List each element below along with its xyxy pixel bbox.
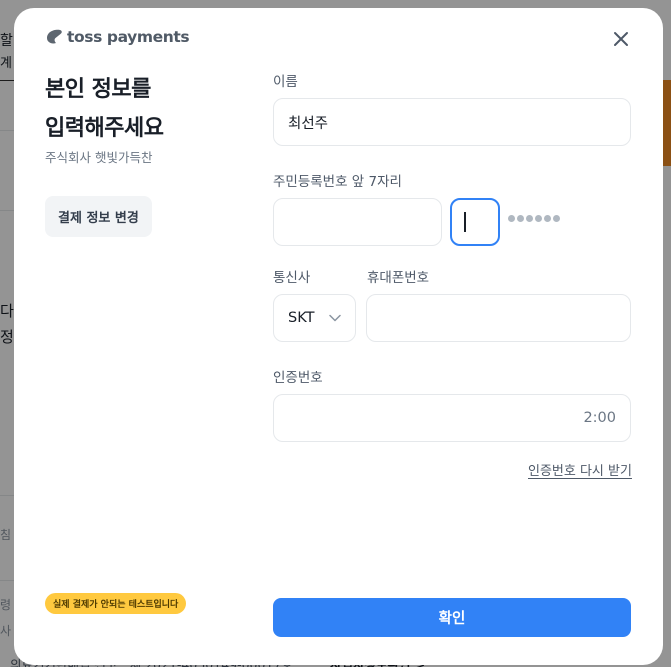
carrier-select[interactable]: SKT <box>273 294 356 342</box>
resend-auth-code-link[interactable]: 인증번호 다시 받기 <box>528 460 632 479</box>
change-payment-info-button[interactable]: 결제 정보 변경 <box>45 196 152 237</box>
text-caret <box>464 212 466 232</box>
rrn-front-input[interactable] <box>273 198 442 246</box>
logo-text: toss payments <box>67 28 190 46</box>
carrier-value: SKT <box>288 310 315 326</box>
title-line-2: 입력해주세요 <box>45 116 164 141</box>
masked-digit-dot <box>535 215 542 222</box>
chevron-down-icon <box>329 314 341 322</box>
close-button[interactable] <box>610 28 632 50</box>
identity-verification-modal: toss payments 본인 정보를 입력해주세요 주식회사 햇빛가득찬 결… <box>14 8 663 665</box>
name-value: 최선주 <box>288 115 329 132</box>
rrn-label: 주민등록번호 앞 7자리 <box>273 174 402 190</box>
masked-digit-dot <box>508 215 515 222</box>
close-icon <box>614 32 628 46</box>
auth-code-input[interactable]: 2:00 <box>273 394 631 442</box>
rrn-back-digit-input[interactable] <box>450 198 500 246</box>
phone-label: 휴대폰번호 <box>367 270 430 286</box>
masked-digit-dot <box>544 215 551 222</box>
test-mode-badge: 실제 결제가 안되는 테스트입니다 <box>45 593 187 614</box>
confirm-button[interactable]: 확인 <box>273 598 631 637</box>
phone-input[interactable] <box>366 294 631 342</box>
toss-logo-icon <box>47 29 62 44</box>
name-input[interactable]: 최선주 <box>273 98 631 146</box>
name-label: 이름 <box>273 74 298 90</box>
masked-digit-dot <box>526 215 533 222</box>
auth-timer: 2:00 <box>583 410 616 426</box>
toss-payments-logo: toss payments <box>45 26 190 48</box>
merchant-name: 주식회사 햇빛가득찬 <box>45 150 153 165</box>
page-title: 본인 정보를 입력해주세요 <box>45 70 164 148</box>
auth-code-label: 인증번호 <box>273 370 323 386</box>
carrier-label: 통신사 <box>273 270 311 286</box>
masked-digit-dot <box>517 215 524 222</box>
masked-digit-dot <box>553 215 560 222</box>
title-line-1: 본인 정보를 <box>45 77 151 102</box>
rrn-masked-digits <box>508 215 560 222</box>
